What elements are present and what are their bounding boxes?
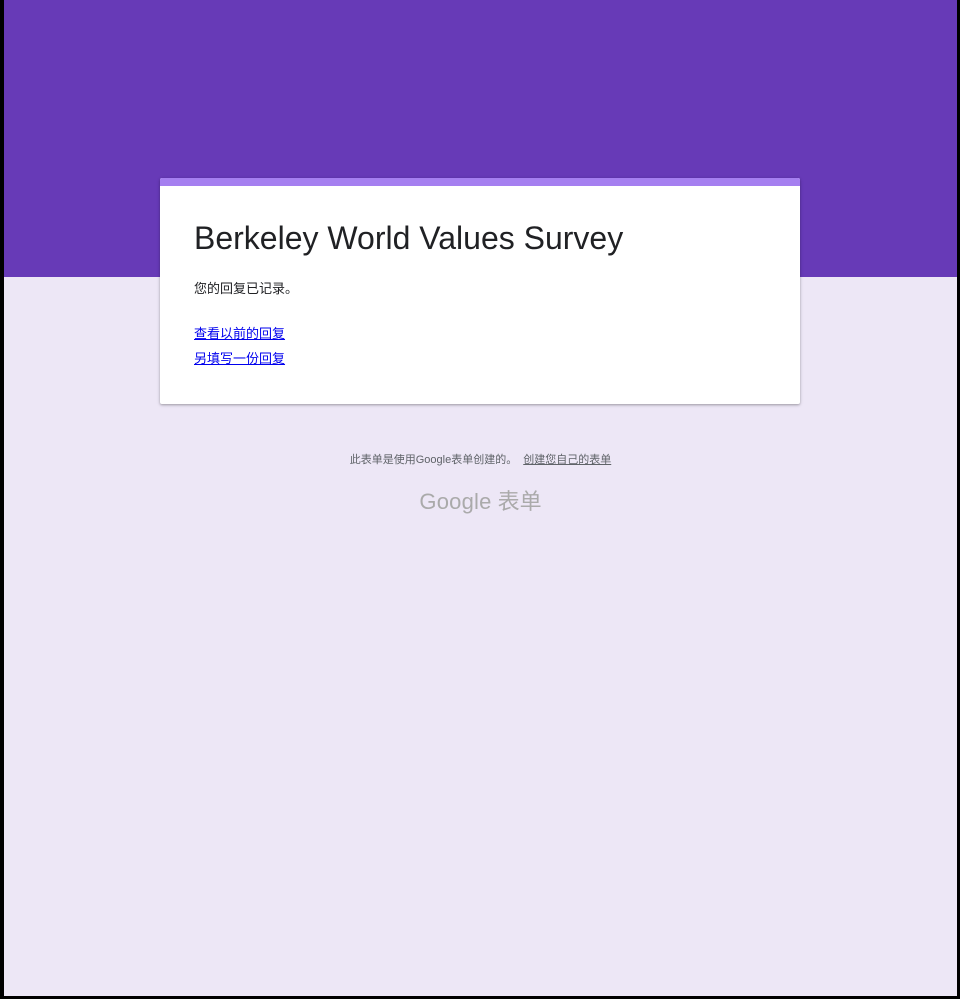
confirmation-message: 您的回复已记录。 xyxy=(194,281,299,296)
confirmation-card: Berkeley World Values Survey 您的回复已记录。 查看… xyxy=(160,178,800,404)
submit-another-response-link[interactable]: 另填写一份回复 xyxy=(194,350,285,368)
footer-note-text: 此表单是使用Google表单创建的。 xyxy=(349,454,518,466)
form-title: Berkeley World Values Survey xyxy=(194,220,624,256)
card-accent-bar xyxy=(160,178,800,186)
create-own-form-link[interactable]: 创建您自己的表单 xyxy=(523,454,611,466)
view-previous-responses-link[interactable]: 查看以前的回复 xyxy=(194,325,285,343)
google-forms-logo[interactable]: Google 表单 xyxy=(4,488,957,516)
page-frame: Berkeley World Values Survey 您的回复已记录。 查看… xyxy=(0,0,960,999)
brand-product-text: 表单 xyxy=(497,489,542,514)
footer-note: 此表单是使用Google表单创建的。 创建您自己的表单 xyxy=(4,452,957,468)
brand-google-text: Google xyxy=(419,489,492,514)
